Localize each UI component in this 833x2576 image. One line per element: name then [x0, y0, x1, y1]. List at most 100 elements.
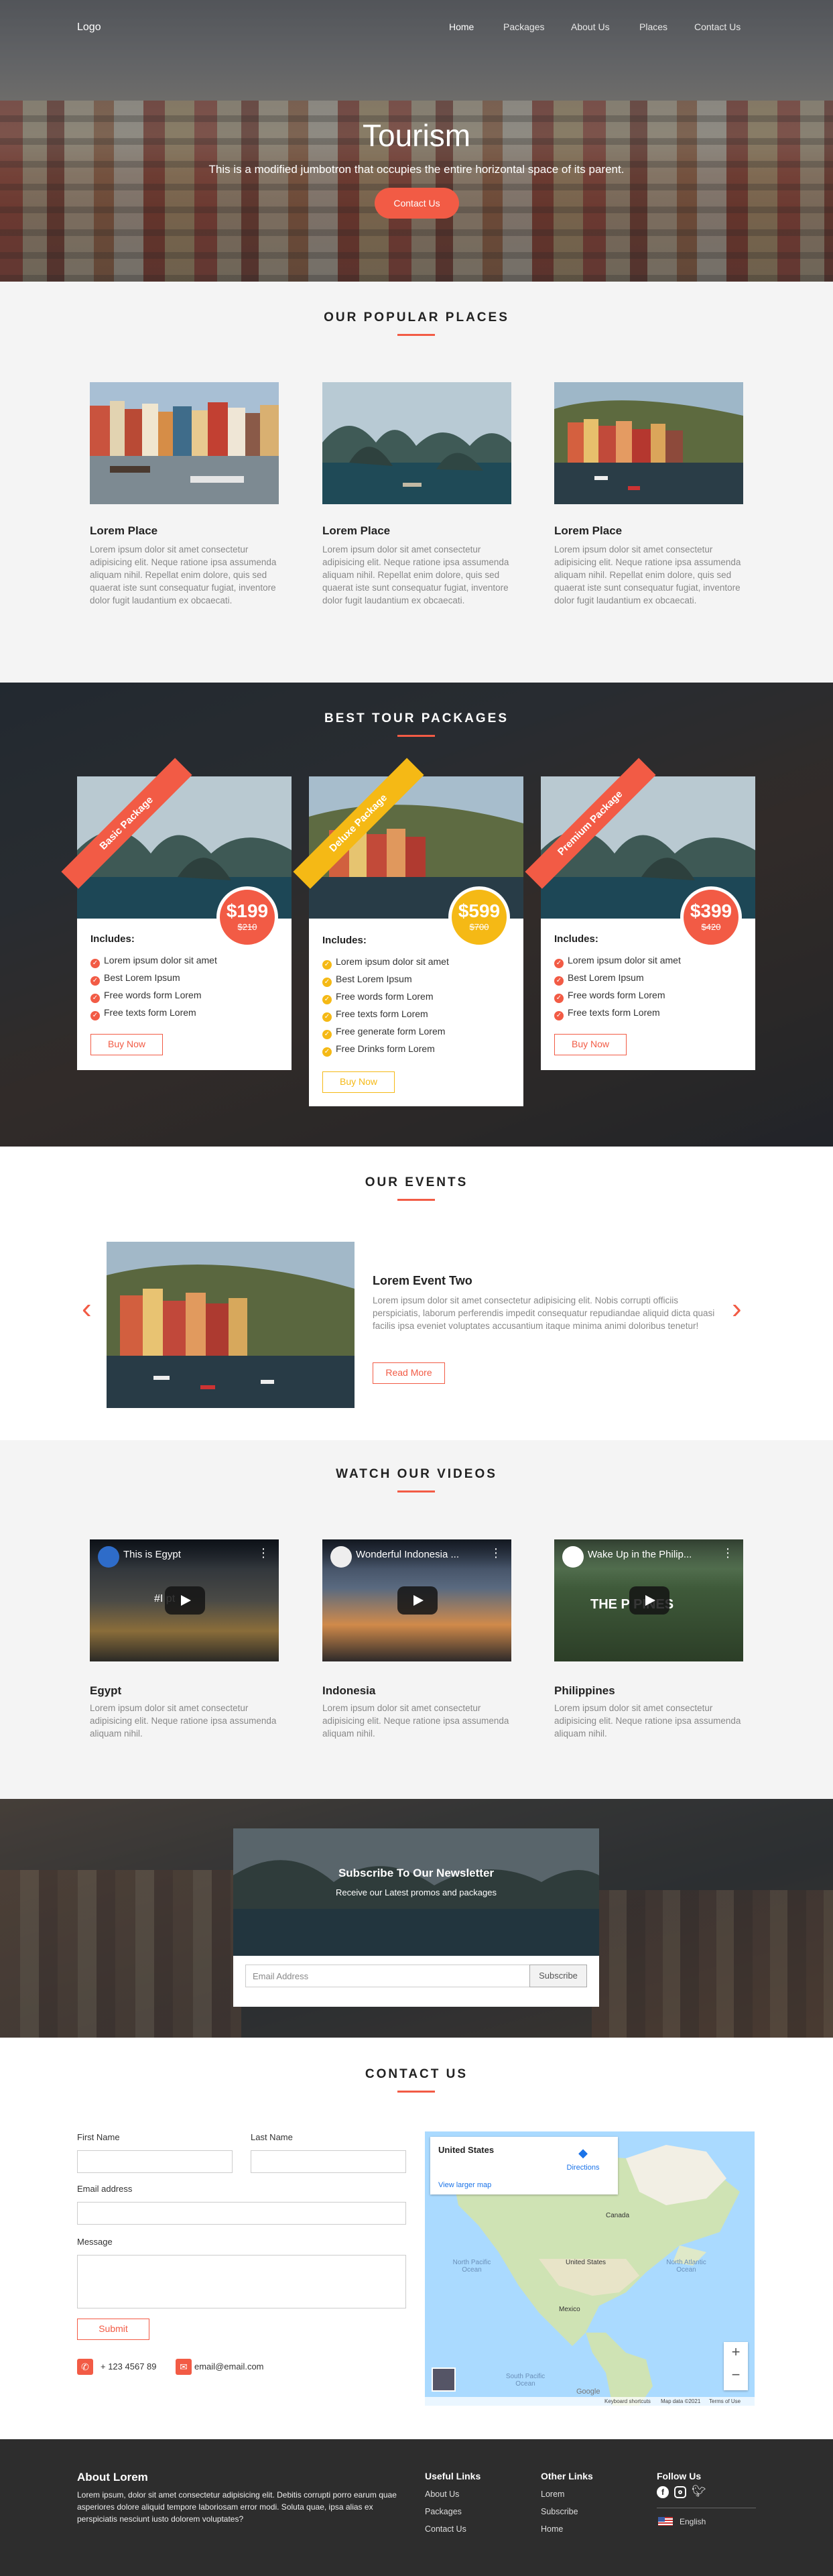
play-icon[interactable] — [629, 1586, 669, 1615]
carousel-prev-icon[interactable]: ‹ — [82, 1294, 92, 1324]
hero-subtitle: This is a modified jumbotron that occupi… — [208, 163, 625, 176]
more-options-icon[interactable]: ⋮ — [490, 1546, 502, 1560]
first-name-input[interactable] — [77, 2150, 233, 2173]
last-name-input[interactable] — [251, 2150, 406, 2173]
place-text-3: Lorem ipsum dolor sit amet consectetur a… — [554, 544, 741, 605]
check-icon: ✓ — [554, 976, 564, 986]
video-caption-title: Egypt — [90, 1684, 122, 1697]
site-footer: About Lorem Lorem ipsum, dolor sit amet … — [0, 2439, 833, 2576]
more-options-icon[interactable]: ⋮ — [722, 1546, 734, 1560]
map-label-canada: Canada — [606, 2212, 630, 2219]
mail-icon: ✉ — [176, 2359, 192, 2375]
follow-us-title: Follow Us — [657, 2471, 702, 2481]
footer-link-home[interactable]: Home — [541, 2524, 563, 2534]
view-larger-map-link[interactable]: View larger map — [438, 2181, 491, 2189]
includes-label: Includes: — [322, 935, 367, 946]
check-icon: ✓ — [90, 994, 100, 1003]
package-feature: ✓ Lorem ipsum dolor sit amet — [554, 955, 681, 968]
package-feature: ✓ Best Lorem Ipsum — [90, 972, 180, 986]
nav-home[interactable]: Home — [449, 21, 474, 32]
place-image-2[interactable] — [322, 382, 511, 504]
video-caption-text: Lorem ipsum dolor sit amet consectetur a… — [322, 1703, 509, 1739]
hero-banner: Logo Home Packages About Us Places Conta… — [0, 0, 833, 282]
check-icon: ✓ — [322, 1047, 332, 1057]
footer-link-packages[interactable]: Packages — [425, 2507, 462, 2516]
video-player-egypt[interactable]: This is Egypt ⋮ #I pt — [90, 1539, 279, 1661]
price: $399 — [690, 900, 732, 921]
event-image[interactable] — [107, 1242, 355, 1408]
place-image-3[interactable] — [554, 382, 743, 504]
video-caption-text: Lorem ipsum dolor sit amet consectetur a… — [554, 1703, 741, 1739]
newsletter-title: Subscribe To Our Newsletter — [338, 1867, 495, 1879]
package-feature: ✓ Free words form Lorem — [554, 990, 665, 1003]
place-text-1: Lorem ipsum dolor sit amet consectetur a… — [90, 544, 277, 605]
newsletter-subtitle: Receive our Latest promos and packages — [336, 1887, 497, 1897]
logo[interactable]: Logo — [77, 21, 101, 34]
message-textarea[interactable] — [77, 2255, 406, 2308]
footer-link-about[interactable]: About Us — [425, 2490, 459, 2499]
place-image-1[interactable] — [90, 382, 279, 504]
video-title: Wake Up in the Philip... — [588, 1549, 692, 1560]
play-icon[interactable] — [165, 1586, 205, 1615]
package-card-premium: Premium Package $399 $420 Includes: ✓ Lor… — [525, 758, 755, 1070]
zoom-in-icon[interactable]: + — [724, 2343, 748, 2361]
carousel-next-icon[interactable]: › — [732, 1294, 742, 1324]
package-feature: ✓ Free words form Lorem — [322, 991, 433, 1004]
directions-icon[interactable]: ◆ — [570, 2146, 596, 2160]
map-label-atlantic: North Atlantic Ocean — [666, 2259, 706, 2274]
footer-about-title: About Lorem — [77, 2471, 148, 2483]
submit-button[interactable]: Submit — [77, 2319, 149, 2340]
language-selector[interactable]: English — [680, 2517, 706, 2526]
event-photo — [107, 1242, 355, 1408]
buy-now-button-basic[interactable]: Buy Now — [90, 1034, 163, 1055]
package-card-deluxe: Deluxe Package $599 $700 Includes: ✓ Lore… — [293, 758, 523, 1106]
nav-about-us[interactable]: About Us — [571, 21, 610, 32]
place-text-2: Lorem ipsum dolor sit amet consectetur a… — [322, 544, 509, 605]
contact-us-button[interactable]: Contact Us — [375, 188, 459, 219]
package-feature: ✓ Free texts form Lorem — [554, 1007, 660, 1020]
email-input[interactable] — [77, 2202, 406, 2225]
google-map[interactable]: United States ◆ Directions View larger m… — [425, 2131, 755, 2406]
hero-title: Tourism — [362, 118, 471, 153]
nav-places[interactable]: Places — [639, 21, 667, 32]
videos-heading: WATCH OUR VIDEOS — [336, 1467, 497, 1481]
zoom-out-icon[interactable]: − — [724, 2366, 748, 2384]
video-caption-title: Indonesia — [322, 1684, 376, 1697]
twitter-icon[interactable]: 🐦︎ — [692, 2485, 706, 2498]
old-price: $420 — [701, 922, 721, 932]
map-label-pacific: North Pacific Ocean — [452, 2259, 491, 2274]
buy-now-button-premium[interactable]: Buy Now — [554, 1034, 627, 1055]
subscribe-button[interactable]: Subscribe — [529, 1965, 587, 1987]
map-place-name: United States — [438, 2145, 495, 2155]
heading-underline — [397, 735, 435, 737]
package-feature: ✓ Lorem ipsum dolor sit amet — [90, 955, 217, 968]
directions-link[interactable]: Directions — [562, 2164, 604, 2172]
first-name-label: First Name — [77, 2132, 120, 2142]
instagram-icon[interactable] — [674, 2486, 686, 2498]
satellite-toggle[interactable] — [432, 2367, 456, 2392]
email-address[interactable]: email@email.com — [194, 2361, 264, 2372]
buy-now-button-deluxe[interactable]: Buy Now — [322, 1071, 395, 1093]
nav-packages[interactable]: Packages — [503, 21, 544, 32]
newsletter-email-input[interactable]: Email Address — [245, 1965, 532, 1987]
footer-link-lorem[interactable]: Lorem — [541, 2490, 564, 2499]
footer-link-subscribe[interactable]: Subscribe — [541, 2507, 578, 2516]
package-feature: ✓ Best Lorem Ipsum — [322, 974, 412, 987]
more-options-icon[interactable]: ⋮ — [257, 1546, 269, 1560]
video-player-indonesia[interactable]: Wonderful Indonesia ... ⋮ — [322, 1539, 511, 1661]
package-feature: ✓ Best Lorem Ipsum — [554, 972, 644, 986]
phone-number[interactable]: + 123 4567 89 — [101, 2361, 157, 2372]
terms-of-use-link[interactable]: Terms of Use — [709, 2398, 741, 2404]
footer-link-contact[interactable]: Contact Us — [425, 2524, 466, 2534]
nav-contact-us[interactable]: Contact Us — [694, 21, 741, 32]
video-player-philippines[interactable]: Wake Up in the Philip... ⋮ THE P PINES — [554, 1539, 743, 1661]
play-icon[interactable] — [397, 1586, 438, 1615]
old-price: $210 — [237, 922, 257, 932]
heading-underline — [397, 1199, 435, 1201]
map-data-credit: Map data ©2021 — [661, 2398, 701, 2404]
facebook-icon[interactable]: f — [657, 2486, 669, 2498]
heading-underline — [397, 334, 435, 336]
read-more-button[interactable]: Read More — [373, 1362, 445, 1384]
place-title-3: Lorem Place — [554, 524, 623, 537]
keyboard-shortcuts-link[interactable]: Keyboard shortcuts — [604, 2398, 651, 2404]
